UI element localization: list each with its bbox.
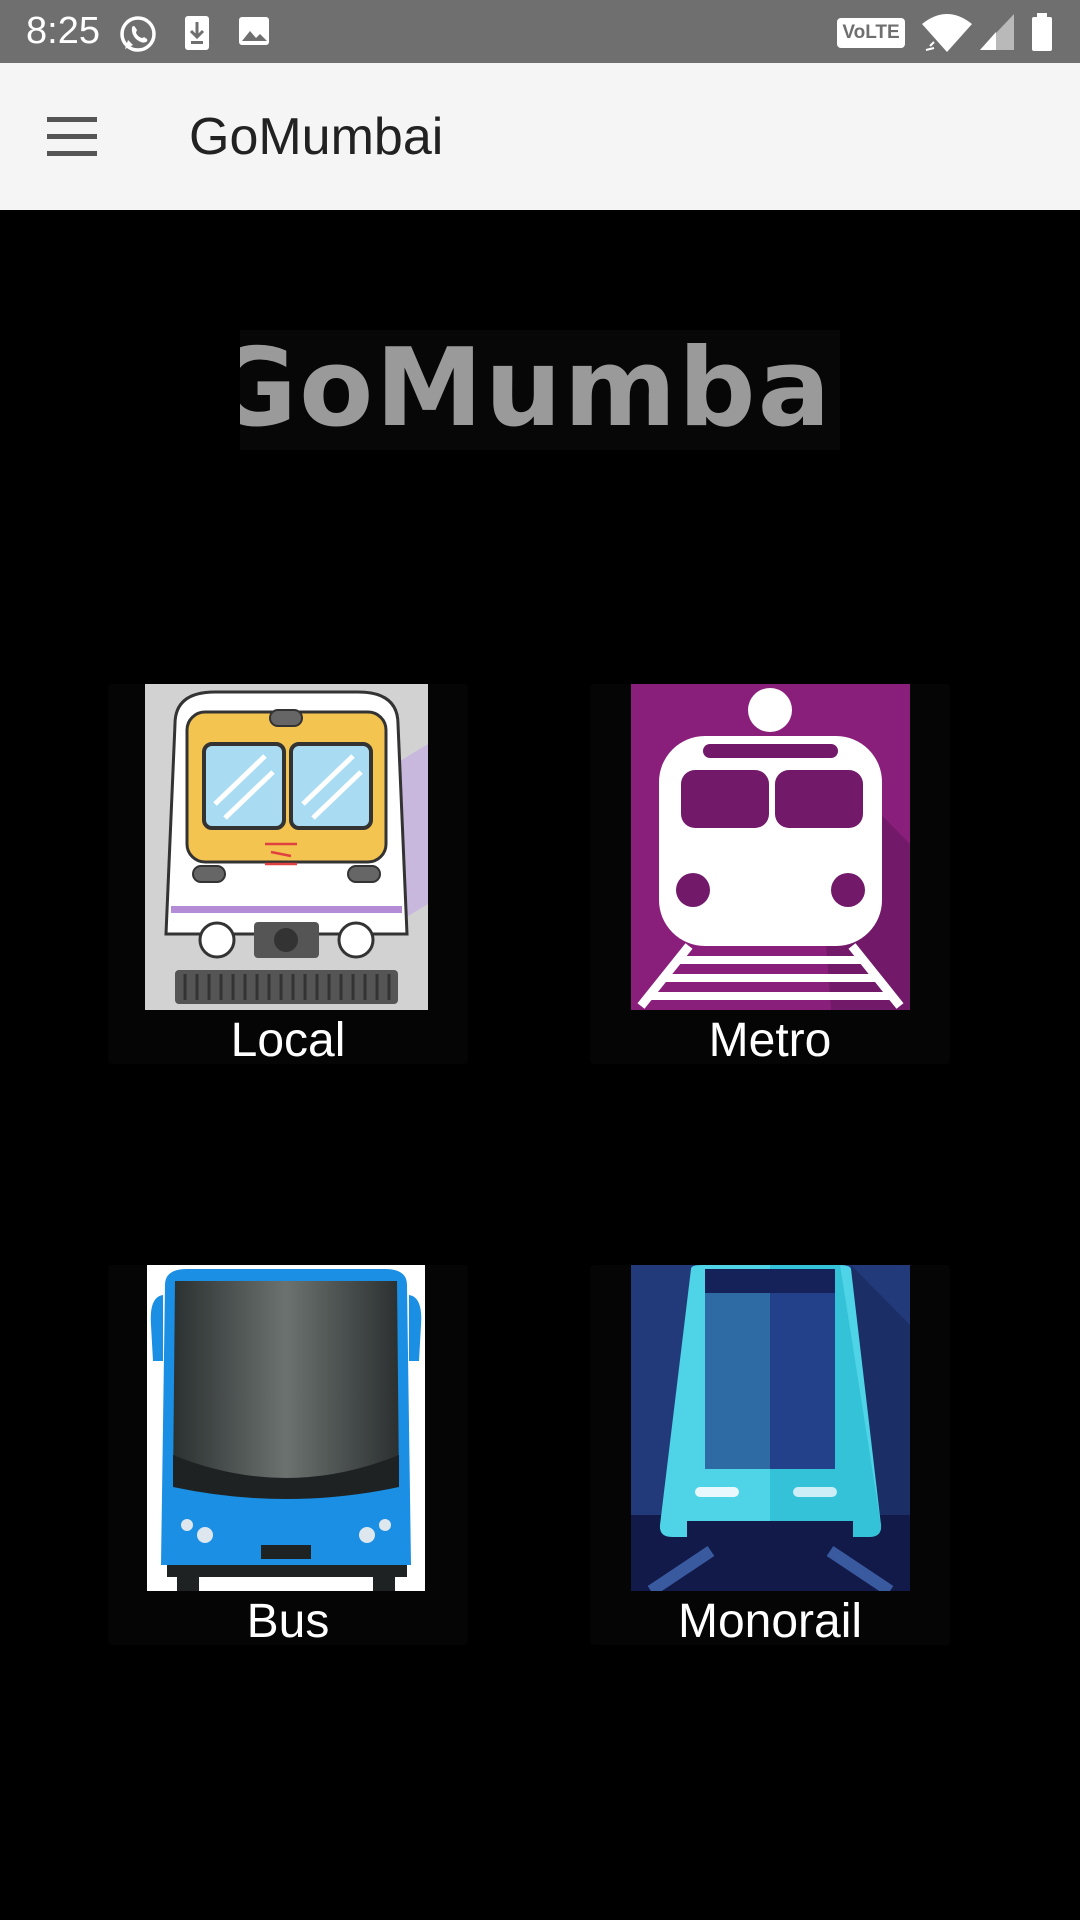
local-train-tile[interactable]: Local [108,684,468,1067]
metro-train-icon [631,684,910,1010]
home-content: GoMumbai Local Metro Bus Monorail [0,210,1080,1920]
bus-icon [147,1265,425,1591]
bus-tile[interactable]: Bus [108,1265,468,1648]
signal-icon [980,14,1014,50]
whatsapp-icon [120,16,156,52]
metro-train-tile[interactable]: Metro [590,684,950,1067]
metro-label: Metro [708,1014,832,1067]
local-train-icon [145,684,428,1010]
bus-label: Bus [246,1595,330,1648]
volte-badge: VoLTE [837,18,905,48]
battery-icon [1032,13,1052,51]
svg-text:GoMumbai: GoMumbai [240,330,840,450]
wifi-icon [922,14,972,52]
status-bar: 8:25 VoLTE [0,0,1080,63]
download-icon [185,16,209,50]
local-label: Local [230,1014,346,1067]
status-time: 8:25 [26,10,100,52]
monorail-icon [631,1265,910,1591]
image-icon [239,17,269,45]
gomumbai-logo: GoMumbai [240,330,840,450]
hamburger-menu-icon[interactable] [30,101,116,173]
app-bar: GoMumbai [0,63,1080,210]
monorail-label: Monorail [677,1595,863,1648]
app-title: GoMumbai [189,108,444,166]
monorail-tile[interactable]: Monorail [590,1265,950,1648]
